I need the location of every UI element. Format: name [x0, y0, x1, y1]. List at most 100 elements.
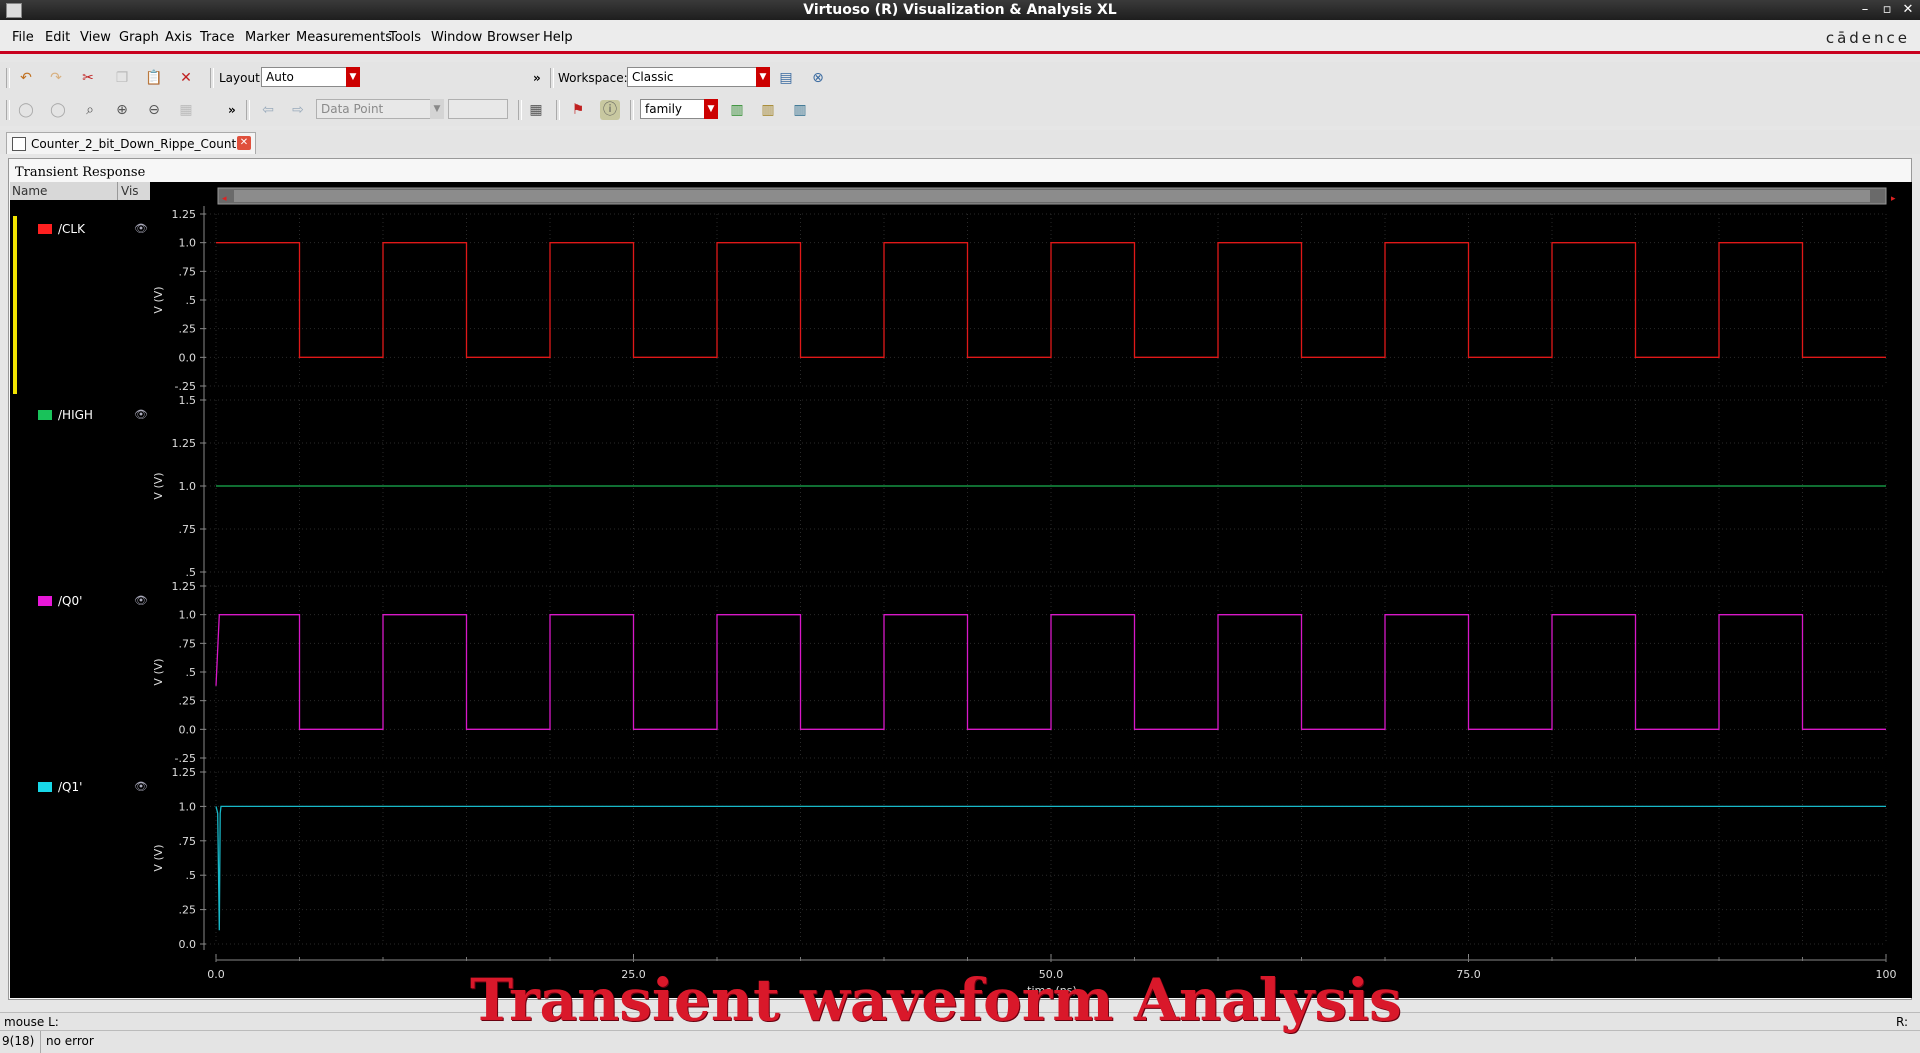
toolbar-main: ↶ ↷ ✂ ❐ 📋 ✕ Layout: Auto ▼ » Workspace: C… — [0, 62, 1920, 94]
legend-header: Name Vis — [10, 182, 150, 200]
y-tick-label: 1.0 — [179, 800, 197, 813]
y-tick-label: .25 — [179, 695, 197, 708]
menu-tools[interactable]: Tools — [389, 30, 421, 45]
layout-label: Layout: — [219, 71, 264, 85]
close-button[interactable]: ✕ — [1899, 1, 1917, 19]
info-icon[interactable]: ⓘ — [600, 100, 620, 120]
y-tick-label: 0.0 — [179, 723, 197, 736]
marker-type-select[interactable]: Data Point ▼ — [316, 99, 444, 119]
y-tick-label: 0.0 — [179, 938, 197, 951]
zoom-box-icon[interactable]: ▦ — [176, 100, 196, 120]
chevron-down-icon: ▼ — [430, 99, 444, 119]
workspace-save-icon[interactable]: ▤ — [776, 68, 796, 88]
color-swatch — [38, 782, 52, 792]
color-swatch — [38, 224, 52, 234]
status-index: 9(18) — [2, 1034, 35, 1048]
eye-icon[interactable]: 👁 — [134, 780, 148, 793]
y-tick-label: 1.25 — [172, 580, 197, 593]
x-scrollbar[interactable]: ◂ ▸ — [217, 187, 1896, 205]
y-tick-label: 1.25 — [172, 437, 197, 450]
menu-help[interactable]: Help — [543, 30, 573, 45]
paste-icon[interactable]: 📋 — [144, 68, 164, 88]
strip-1: 1.5 1.25 1.0 .75 .5 V (V) — [152, 392, 1887, 579]
graph-title: Transient Response — [15, 165, 146, 180]
zoom-out-icon[interactable]: ⊖ — [144, 100, 164, 120]
legend-label: /HIGH — [58, 408, 93, 422]
undo-icon[interactable]: ↶ — [16, 68, 36, 88]
x-tick-label: 100 — [1876, 968, 1897, 981]
status-message: no error — [46, 1034, 94, 1048]
flag-icon[interactable]: ⚑ — [568, 100, 588, 120]
back-arrow-icon[interactable]: ⇦ — [258, 100, 278, 120]
legend-name-header: Name — [12, 184, 48, 198]
selection-bar — [13, 216, 17, 394]
copy-icon[interactable]: ❐ — [112, 68, 132, 88]
plot-area[interactable]: ◂ ▸ 1.25 1.0.75.5.25 0.0 -.25 V (V) 1.5 1.25 1.0… — [150, 182, 1912, 998]
toolbar-overflow[interactable]: » — [228, 103, 236, 117]
color-swatch — [38, 596, 52, 606]
eye-icon[interactable]: 👁 — [134, 594, 148, 607]
right-arrow-icon: ▸ — [1891, 194, 1896, 204]
toolbar-graph: ◯ ◯ ⌕ ⊕ ⊖ ▦ » ⇦ ⇨ Data Point ▼ ▦ ⚑ ⓘ fami… — [0, 94, 1920, 126]
toolbar-overflow[interactable]: » — [533, 71, 541, 85]
tab-counter[interactable]: Counter_2_bit_Down_Rippe_Count... ✕ — [6, 132, 256, 154]
overlay-caption: Transient waveform Analysis — [470, 966, 1402, 1034]
y-axis-label: V (V) — [152, 658, 165, 685]
menu-browser[interactable]: Browser — [487, 30, 540, 45]
menu-window[interactable]: Window — [431, 30, 482, 45]
legend-vis-header: Vis — [121, 184, 139, 198]
minimize-button[interactable]: – — [1856, 1, 1874, 19]
eye-icon[interactable]: 👁 — [134, 222, 148, 235]
strip-0: 1.25 1.0 .75 .5 .25 0.0 -.25 V (V) — [152, 206, 1887, 393]
tab-label: Counter_2_bit_Down_Rippe_Count... — [31, 137, 248, 151]
left-arrow-icon: ◂ — [222, 194, 227, 204]
workspace-select[interactable]: Classic ▼ — [627, 67, 770, 87]
strip-3: 1.25 1.0 .75 .5 .25 0.0 V (V) — [152, 764, 1887, 951]
cut-icon[interactable]: ✂ — [78, 68, 98, 88]
menu-view[interactable]: View — [80, 30, 111, 45]
y-tick-label: -.25 — [175, 380, 196, 393]
calculator-icon[interactable]: ▦ — [526, 100, 546, 120]
zoom-in-icon[interactable]: ⊕ — [112, 100, 132, 120]
waveform-plot[interactable]: ◂ ▸ 1.251.0.75.5.250.0-.25V (V)1.51.251.0… — [150, 182, 1912, 998]
window-title: Virtuoso (R) Visualization & Analysis XL — [803, 2, 1117, 18]
color-swatch — [38, 410, 52, 420]
menu-measurements[interactable]: Measurements — [296, 30, 392, 45]
y-tick-label: .75 — [179, 835, 197, 848]
delete-icon[interactable]: ✕ — [176, 68, 196, 88]
y-tick-label: .5 — [186, 294, 197, 307]
trace-color-icon[interactable]: ▥ — [727, 100, 747, 120]
menu-marker[interactable]: Marker — [245, 30, 290, 45]
y-tick-label: -.25 — [175, 752, 196, 765]
eye-icon[interactable]: 👁 — [134, 408, 148, 421]
zoom-fit-icon[interactable]: ⌕ — [80, 100, 100, 120]
y-tick-label: 1.25 — [172, 208, 197, 221]
menu-graph[interactable]: Graph — [119, 30, 159, 45]
menu-trace[interactable]: Trace — [200, 30, 235, 45]
family-select[interactable]: family ▼ — [640, 99, 718, 119]
y-tick-label: 1.0 — [179, 609, 197, 622]
tab-bar: Counter_2_bit_Down_Rippe_Count... ✕ — [0, 130, 1920, 154]
marker-value-input[interactable] — [448, 99, 508, 119]
y-tick-label: .75 — [179, 637, 197, 650]
trace-split-icon[interactable]: ▥ — [790, 100, 810, 120]
graph-icon — [12, 137, 26, 151]
chevron-down-icon: ▼ — [756, 67, 770, 87]
close-icon[interactable]: ✕ — [237, 136, 251, 150]
trace-style-icon[interactable]: ▥ — [758, 100, 778, 120]
menu-edit[interactable]: Edit — [45, 30, 70, 45]
circle-icon[interactable]: ◯ — [16, 100, 36, 120]
forward-arrow-icon[interactable]: ⇨ — [288, 100, 308, 120]
workspace-label: Workspace: — [558, 71, 628, 85]
x-tick-label: 0.0 — [207, 968, 225, 981]
maximize-button[interactable]: ▫ — [1878, 1, 1896, 19]
menu-file[interactable]: File — [12, 30, 34, 45]
trace-2 — [215, 614, 1886, 730]
workspace-delete-icon[interactable]: ⊗ — [808, 68, 828, 88]
redo-icon[interactable]: ↷ — [46, 68, 66, 88]
circle-icon[interactable]: ◯ — [48, 100, 68, 120]
legend-label: /Q0' — [58, 594, 83, 608]
menu-bar: File Edit View Graph Axis Trace Marker M… — [0, 20, 1920, 54]
layout-select[interactable]: Auto ▼ — [261, 67, 360, 87]
menu-axis[interactable]: Axis — [165, 30, 192, 45]
